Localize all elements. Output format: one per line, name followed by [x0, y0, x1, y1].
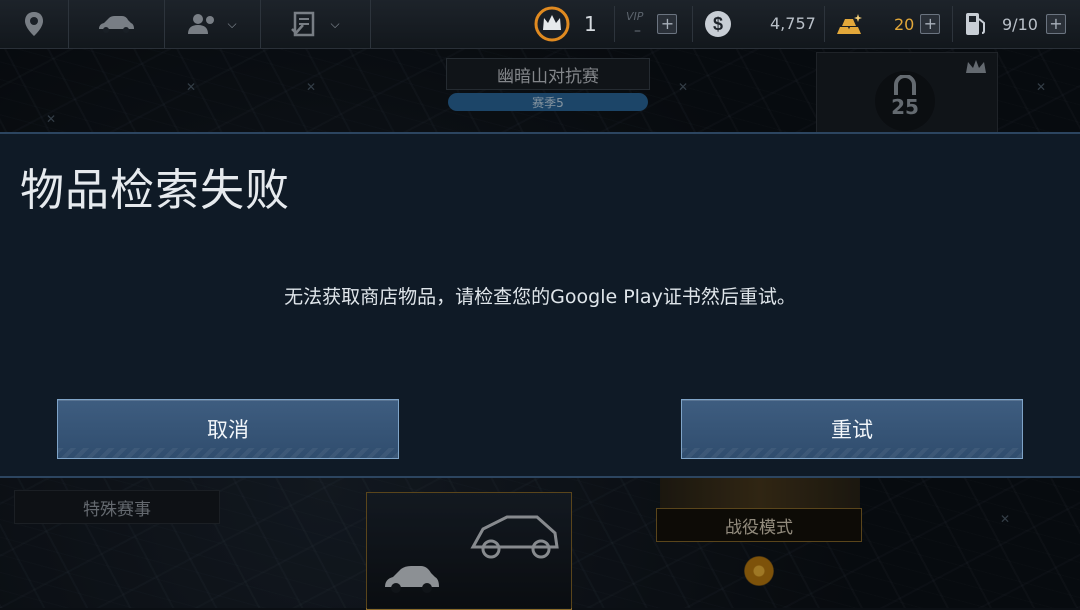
cash-amount: 4,757	[770, 14, 816, 33]
separator	[824, 6, 825, 42]
fuel-amount: 9/10	[1002, 14, 1038, 34]
separator	[952, 6, 953, 42]
map-pin-icon	[25, 12, 43, 36]
gold-plus-button[interactable]: +	[920, 14, 941, 34]
nav-garage-button[interactable]	[68, 0, 165, 48]
chevron-down-icon: ⌵	[330, 16, 340, 31]
vip-status[interactable]: VIP – +	[626, 0, 678, 48]
chevron-down-icon: ⌵	[227, 16, 237, 31]
nav-social-button[interactable]: ⌵	[164, 0, 261, 48]
crown-counter[interactable]: 1	[534, 0, 597, 48]
nav-map-button[interactable]	[0, 0, 69, 48]
fuel-counter[interactable]: 9/10 +	[964, 0, 1066, 48]
separator	[692, 6, 693, 42]
users-icon	[188, 14, 215, 34]
separator	[614, 6, 615, 42]
crown-badge-icon	[534, 6, 570, 42]
crown-count: 1	[584, 12, 597, 36]
checklist-icon	[291, 11, 315, 37]
vip-plus-button[interactable]: +	[657, 14, 678, 34]
nav-missions-button[interactable]: ⌵	[260, 0, 371, 48]
gold-bars-icon	[837, 14, 862, 34]
fuel-pump-icon	[966, 13, 985, 35]
retry-button[interactable]: 重试	[681, 399, 1023, 459]
gold-counter[interactable]: 20 +	[834, 0, 941, 48]
dialog-title: 物品检索失败	[20, 165, 290, 216]
gold-amount: 20	[894, 14, 915, 34]
cash-counter[interactable]: $	[704, 0, 732, 48]
vip-label: VIP	[626, 9, 644, 23]
error-dialog: 物品检索失败 无法获取商店物品，请检查您的Google Play证书然后重试。 …	[0, 132, 1080, 478]
svg-text:$: $	[713, 14, 723, 34]
dialog-message: 无法获取商店物品，请检查您的Google Play证书然后重试。	[284, 286, 796, 308]
vip-value: –	[634, 22, 641, 39]
fuel-plus-button[interactable]: +	[1045, 14, 1066, 34]
car-icon	[99, 16, 134, 33]
cancel-button[interactable]: 取消	[57, 399, 399, 459]
dollar-icon: $	[705, 11, 731, 37]
top-bar: ⌵ ⌵ 1 VIP – + $ 4,757 20 + 9/10 +	[0, 0, 1080, 49]
